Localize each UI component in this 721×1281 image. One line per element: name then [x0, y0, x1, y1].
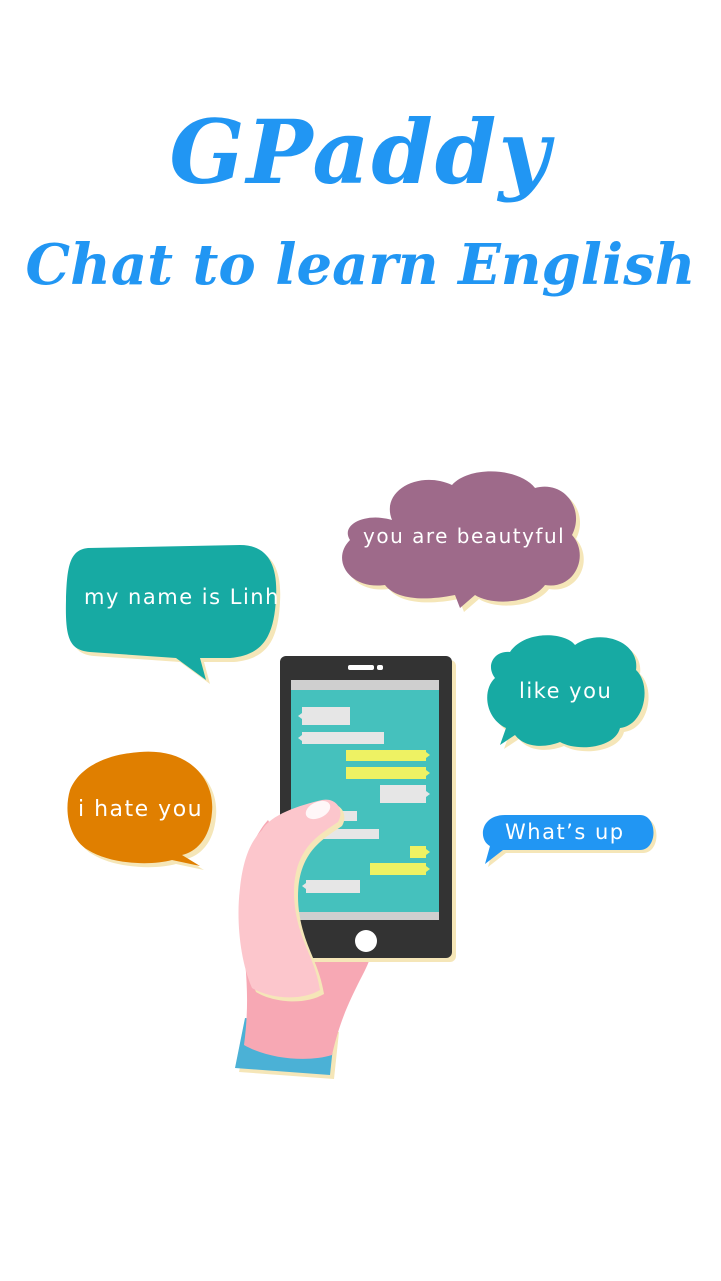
bubble-text-i-hate-you: i hate you: [78, 797, 204, 822]
bubble-my-name: [65, 545, 281, 684]
bubble-text-my-name: my name is Linh: [84, 585, 280, 609]
bubble-text-like-you: like you: [519, 679, 613, 703]
bubble-text-whats-up: What’s up: [505, 820, 625, 844]
chat-illustration: [65, 471, 657, 1079]
bubble-text-beautyful: you are beautyful: [363, 524, 566, 548]
